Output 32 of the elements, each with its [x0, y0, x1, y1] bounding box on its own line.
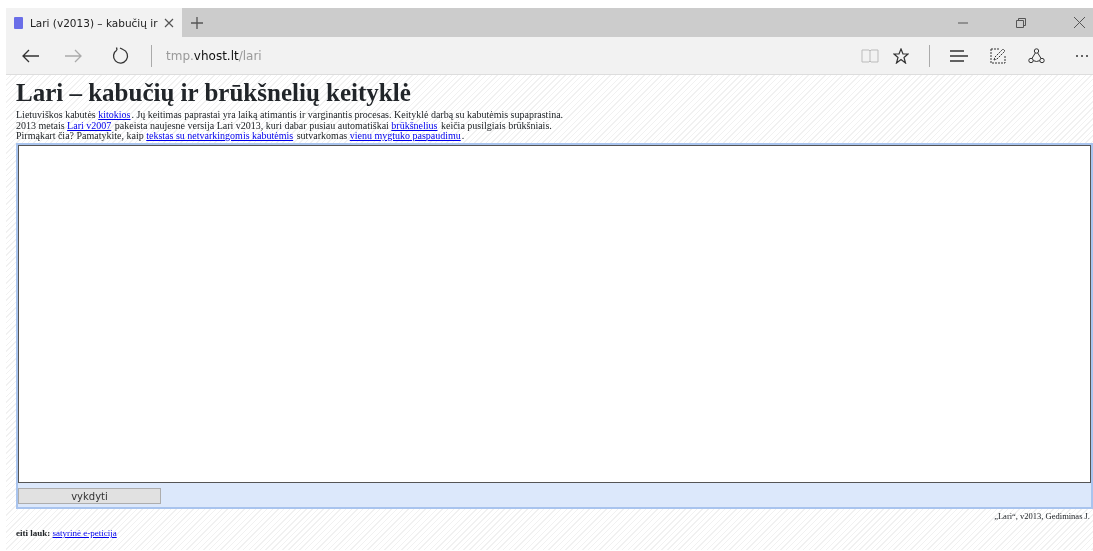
text-input-area[interactable] [18, 144, 1091, 483]
petition-link[interactable]: satyrinė e-peticija [52, 528, 117, 539]
intro-text: Lietuviškos kabutės [16, 110, 97, 121]
restore-icon[interactable] [1016, 17, 1026, 28]
more-icon[interactable] [1075, 53, 1089, 58]
intro-text: sutvarkomas [295, 131, 349, 142]
intro-text: 2013 metais [16, 120, 66, 131]
address-bar[interactable]: tmp.vhost.lt/lari [166, 48, 262, 63]
back-icon[interactable] [22, 48, 40, 63]
text-link[interactable]: brūkšnelius [391, 120, 438, 131]
footer-label: eiti lauk: [16, 528, 51, 539]
intro-text: . [461, 131, 465, 142]
page-title: Lari – kabučių ir brūkšnelių keityklė [16, 78, 412, 108]
credit-text: „Lari“, v2013, Gediminas J. [994, 510, 1090, 521]
text-link[interactable]: Lari v2007 [67, 120, 112, 131]
browser-tab[interactable]: Lari (v2013) – kabučių ir [6, 8, 183, 37]
new-tab-icon[interactable] [190, 15, 205, 30]
share-icon[interactable] [1028, 47, 1045, 64]
star-icon[interactable] [893, 47, 909, 64]
close-window-icon[interactable] [1074, 17, 1085, 28]
page-icon [14, 16, 23, 29]
intro-text: pakeista naujesne versija Lari v2013, kuri dabar pusiau automatiškai [113, 120, 389, 131]
intro-text: Pirmąkart čia? Pamatykite, kaip [16, 131, 144, 142]
close-icon[interactable] [164, 17, 175, 28]
intro-text: keičia pusilgiais brūkšniais. [440, 120, 552, 131]
tab-title: Lari (v2013) – kabučių ir [30, 16, 158, 29]
text-link[interactable]: tekstas su netvarkingomis kabutėmis [146, 131, 294, 142]
text-link[interactable]: kitokios [98, 110, 131, 121]
intro-text: . Jų keitimas paprastai yra laiką atimantis ir varginantis procesas. Keityklė darbą su kabutėmis supaprastina. [131, 110, 564, 121]
refresh-icon[interactable] [112, 47, 129, 64]
run-button[interactable]: vykdyti [18, 488, 161, 504]
text-link[interactable]: vienu mygtuko paspaudimu [349, 131, 461, 142]
